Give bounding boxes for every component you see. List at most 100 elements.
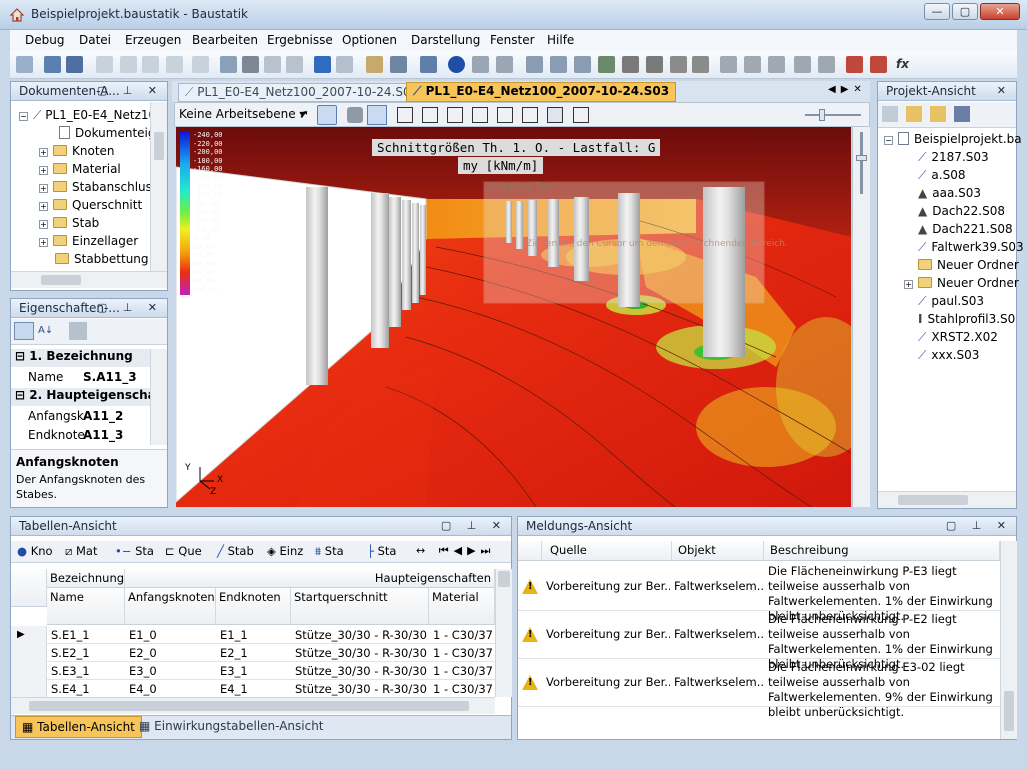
new-folder-icon[interactable] [906,106,922,122]
table-cell[interactable]: S.E2_1 [47,646,125,660]
combination-icon[interactable] [768,56,785,73]
project-item[interactable]: Neuer Ordner [918,258,1019,276]
categorized-icon[interactable] [14,322,34,340]
menu-debug[interactable]: Debug [25,33,64,47]
project-root[interactable]: − Beispielprojekt.ba [884,132,1022,150]
3d-viewport[interactable]: -240,00 -220,00 -200,00 -180,00 -160,00 -140,… [176,127,851,507]
expand-icon[interactable]: + [39,202,48,211]
panel-pin-close-icons[interactable]: ▢ ⊥ ✕ [946,517,1012,535]
property-pages-icon[interactable] [69,322,87,340]
view-iso-icon[interactable] [547,107,563,123]
profile-icon[interactable] [670,56,687,73]
section-haupteigenschaften[interactable]: ⊟ 2. Haupteigenschaften [11,388,151,406]
table-cell[interactable]: E3_0 [125,664,216,678]
preview-icon[interactable] [192,56,209,73]
messages-vertical-scrollbar[interactable] [1000,541,1017,739]
expand-icon[interactable]: + [39,238,48,247]
project-item[interactable]: ▲ Dach221.S08 [918,222,1013,240]
column-header-material[interactable]: Material [429,588,495,625]
column-header-startquerschnitt[interactable]: Startquerschnitt [291,588,429,625]
project-item[interactable]: ⟋ a.S08 [918,168,965,186]
view-top-icon[interactable] [497,107,513,123]
tree-item-dokumenteigenschaften[interactable]: Dokumenteige [59,126,163,144]
menu-datei[interactable]: Datei [79,33,111,47]
save-icon[interactable] [66,56,83,73]
workplane-dropdown[interactable]: Keine Arbeitsebene ▾ [179,107,305,121]
beam-icon[interactable] [526,56,543,73]
table-cell[interactable]: Stütze_30/30 - R-30/30 [291,664,429,678]
name-value[interactable]: S.A11_3 [83,370,137,384]
calculate-icon[interactable] [818,56,835,73]
table-tab-stabbettung[interactable]: ⩩ Sta [315,544,344,559]
paste-icon[interactable] [286,56,303,73]
expand-icon[interactable]: + [39,166,48,175]
end-node-value[interactable]: A11_3 [83,428,123,442]
table-cell[interactable]: 1 - C30/37 E [429,646,495,660]
collapse-icon[interactable]: − [884,136,893,145]
table-cell[interactable]: Stütze_30/30 - R-30/30 [291,646,429,660]
table-cell[interactable]: E4_0 [125,682,216,696]
new-project-icon[interactable] [882,106,898,122]
tab-scroll-close-icons[interactable]: ◀▶✕ [828,84,867,95]
support-icon[interactable] [574,56,591,73]
menu-ergebnisse[interactable]: Ergebnisse [267,33,333,47]
expand-icon[interactable]: + [39,148,48,157]
tab-document-1[interactable]: ⟋ PL1_E0-E4_Netz100_2007-10-24.S03 [178,83,426,102]
table-horizontal-scrollbar[interactable] [11,697,495,714]
panel-pin-close-icons[interactable]: ▢ ⊥ ✕ [97,82,163,100]
table-cell[interactable]: 1 - C30/37 E [429,664,495,678]
tab-document-2-active[interactable]: ⟋ PL1_E0-E4_Netz100_2007-10-24.S03 [406,82,677,102]
project-horizontal-scrollbar[interactable] [878,491,1016,508]
column-header-name[interactable]: Name [47,588,125,625]
surface-icon[interactable] [646,56,663,73]
lasso-icon[interactable] [220,56,237,73]
tree-item-stab[interactable]: + Stab [39,216,99,234]
project-item[interactable]: + Neuer Ordner [904,276,1019,294]
network-icon[interactable] [420,56,437,73]
start-node-value[interactable]: A11_2 [83,409,123,423]
menu-hilfe[interactable]: Hilfe [547,33,574,47]
table-cell[interactable]: E1_1 [216,628,291,642]
dimension-icon[interactable] [692,56,709,73]
print-icon[interactable] [142,56,159,73]
tree-root[interactable]: − ⟋ PL1_E0-E4_Netz10 [19,108,156,126]
cut-icon[interactable] [242,56,259,73]
table-tab-querschnitt[interactable]: ⊏ Que [165,544,202,558]
table-tab-stabanschluss[interactable]: •− Sta [115,544,154,558]
expand-icon[interactable]: + [904,280,913,289]
expand-icon[interactable]: + [39,184,48,193]
tree-item-knoten[interactable]: + Knoten [39,144,115,162]
documents-vertical-scrollbar[interactable] [150,102,167,271]
table-row[interactable]: ▶ S.E1_1 E1_0 E1_1 Stütze_30/30 - R-30/30 1 -… [11,626,495,644]
table-cell[interactable]: S.E1_1 [47,628,125,642]
column-header-anfangsknoten[interactable]: Anfangsknoten [125,588,216,625]
table-tab-stabanschluss-2[interactable]: ├ Sta [367,544,396,558]
load-case-icon[interactable] [744,56,761,73]
table-cell[interactable]: S.E4_1 [47,682,125,696]
view-back-icon[interactable] [422,107,438,123]
project-item[interactable]: ▲ aaa.S03 [918,186,981,204]
select-icon[interactable] [367,105,387,125]
pointer-icon[interactable]: ➚ [299,107,313,123]
open-folder-icon[interactable] [930,106,946,122]
section-icon[interactable] [622,56,639,73]
deflection-icon[interactable] [870,56,887,73]
arrow-left-icon[interactable] [472,56,489,73]
tree-item-material[interactable]: + Material [39,162,121,180]
expand-icon[interactable]: + [39,220,48,229]
copy-icon[interactable] [264,56,281,73]
table-row[interactable]: S.E2_1 E2_0 E2_1 Stütze_30/30 - R-30/30 1 - … [11,644,495,662]
node-icon[interactable] [496,56,513,73]
tree-item-querschnitt[interactable]: + Querschnitt [39,198,142,216]
view-icon[interactable] [390,56,407,73]
table-tab-einzellager[interactable]: ◈ Einz [267,544,303,558]
message-row[interactable]: Vorbereitung zur Ber... Faltwerkselem... D… [518,659,1000,719]
table-vertical-scrollbar[interactable] [495,569,512,697]
open-icon[interactable] [44,56,61,73]
maximize-button[interactable]: ▢ [952,3,978,20]
table-cell[interactable]: Stütze_30/30 - R-30/30 [291,682,429,696]
panel-pin-close-icons[interactable]: ▢ ⊥ ✕ [441,517,507,535]
undo-icon[interactable] [314,56,331,73]
menu-optionen[interactable]: Optionen [342,33,397,47]
tab-tabellen-ansicht[interactable]: ▦ Tabellen-Ansicht [15,716,142,738]
